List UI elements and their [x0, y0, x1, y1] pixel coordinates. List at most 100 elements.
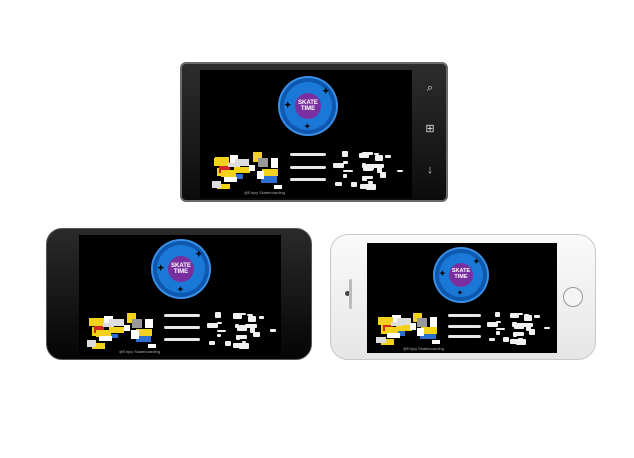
brand-sticker: [234, 166, 250, 173]
brand-sticker: [215, 157, 229, 166]
brand-logo: [503, 337, 510, 343]
app-screen: SKATE TIME ✦ ✦ ✦ @Enjoy Skateboarding: [79, 235, 281, 355]
brand-sticker: [261, 169, 278, 177]
brand-logo: [363, 165, 374, 171]
brand-logo: [269, 329, 277, 332]
brand-logo: [495, 327, 506, 331]
brand-logo: [232, 313, 242, 319]
brand-logo: [224, 340, 231, 346]
logo-title-line2: TIME: [173, 268, 189, 275]
brand-logo: [245, 324, 257, 329]
brand-logo: [365, 183, 377, 190]
brand-logo: [335, 182, 342, 186]
brand-sticker: [429, 317, 437, 327]
skater-icon: ✦: [473, 257, 480, 266]
app-logo: SKATE TIME ✦ ✦ ✦: [280, 78, 336, 134]
brand-logo: [512, 332, 524, 336]
brand-logo: [362, 175, 374, 180]
brand-sticker: [271, 158, 279, 168]
brand-sticker: [257, 158, 268, 168]
brand-logo: [333, 162, 345, 168]
brand-sticker: [123, 324, 130, 332]
brand-logo: [513, 323, 524, 329]
skater-icon: ✦: [304, 122, 311, 131]
brand-logo: [209, 341, 216, 345]
brand-sticker: [249, 164, 256, 172]
app-screen: SKATE TIME ✦ ✦ ✦ @Enjoy Skateboarding: [200, 70, 412, 198]
brand-sticker: [102, 323, 115, 328]
brand-sticker: [416, 327, 425, 337]
skater-icon: ✦: [195, 249, 203, 259]
skater-icon: ✦: [177, 285, 184, 294]
back-button[interactable]: ↓: [416, 164, 444, 176]
back-icon: ↓: [427, 164, 433, 176]
app-screen: SKATE TIME ✦ ✦ ✦ @Enjoy Skateboarding: [367, 243, 557, 353]
skater-icon: ✦: [157, 263, 165, 273]
skateboard-deck-icon: [447, 314, 481, 317]
logo-title-line2: TIME: [300, 105, 316, 112]
brand-sticker: [108, 326, 125, 333]
brand-sticker: [223, 176, 238, 182]
brand-sticker: [387, 333, 401, 339]
windows-phone: SKATE TIME ✦ ✦ ✦ @Enjoy Skateboarding ⌕ …: [180, 62, 448, 202]
app-logo: SKATE TIME ✦ ✦ ✦: [435, 249, 487, 301]
iphone: SKATE TIME ✦ ✦ ✦ @Enjoy Skateboarding: [330, 234, 596, 360]
skateboard-deck-icon: [447, 324, 481, 328]
brand-logo: [524, 315, 533, 322]
brand-sticker: [132, 318, 142, 328]
brand-sticker: [136, 329, 153, 337]
credit-text: @Enjoy Skateboarding: [119, 349, 160, 354]
brand-logo: [486, 321, 498, 327]
skater-icon: ✦: [322, 86, 330, 96]
brand-logo: [533, 315, 540, 319]
credit-text: @Enjoy Skateboarding: [244, 190, 285, 195]
brand-sticker: [432, 339, 440, 345]
windows-start-button[interactable]: ⊞: [416, 122, 444, 135]
brand-sticker: [228, 162, 240, 167]
brand-logo: [236, 325, 247, 331]
brand-sticker: [89, 317, 104, 327]
brand-sticker: [145, 318, 153, 329]
skateboard-deck-icon: [290, 165, 326, 169]
brand-logo: [215, 312, 222, 318]
brand-sticker: [390, 321, 403, 326]
brand-logo: [371, 164, 384, 169]
search-icon: ⌕: [426, 82, 434, 94]
brand-logo: [343, 169, 353, 173]
brand-logo: [515, 339, 527, 345]
brand-collage: [81, 311, 279, 349]
brand-logo: [343, 173, 348, 178]
skater-icon: ✦: [457, 290, 463, 297]
brand-sticker: [376, 336, 386, 343]
brand-logo: [239, 343, 250, 349]
skateboard-deck-icon: [290, 153, 326, 156]
brand-logo: [258, 315, 265, 319]
brand-logo: [543, 327, 551, 330]
brand-sticker: [410, 323, 417, 330]
skateboard-deck-icon: [447, 335, 481, 339]
home-button[interactable]: [563, 287, 583, 307]
credit-text: @Enjoy Skateboarding: [403, 346, 444, 351]
brand-sticker: [256, 170, 265, 180]
brand-logo: [510, 313, 520, 319]
search-button[interactable]: ⌕: [416, 82, 444, 95]
brand-logo: [374, 155, 383, 162]
brand-logo: [385, 155, 392, 159]
brand-sticker: [130, 330, 139, 340]
skater-icon: ✦: [439, 269, 446, 278]
skateboard-deck-icon: [164, 337, 200, 341]
brand-sticker: [98, 336, 113, 342]
brand-logo: [248, 315, 256, 322]
brand-sticker: [86, 340, 97, 347]
brand-logo: [216, 333, 222, 338]
speaker-grille: [349, 279, 352, 309]
brand-logo: [359, 152, 369, 158]
brand-logo: [235, 335, 247, 339]
skateboard-deck-icon: [164, 325, 200, 329]
brand-sticker: [148, 343, 156, 348]
logo-title-line2: TIME: [454, 273, 468, 280]
brand-logo: [396, 169, 404, 172]
skateboard-deck-icon: [290, 178, 326, 181]
brand-collage: [206, 150, 406, 190]
brand-collage: [371, 311, 553, 345]
